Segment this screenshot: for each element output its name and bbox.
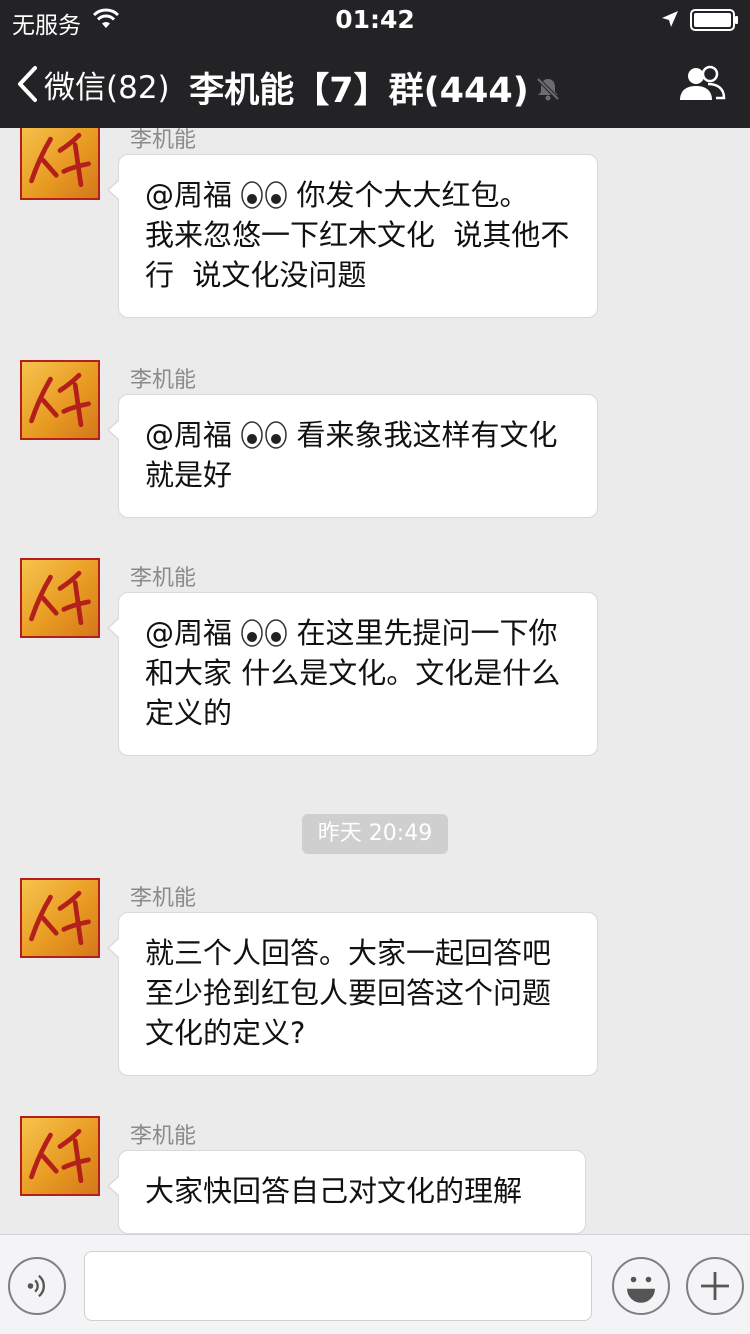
- sender-name: 李机能: [130, 368, 197, 393]
- sender-name: 李机能: [130, 886, 197, 911]
- status-time: 01:42: [335, 5, 415, 34]
- voice-wave-icon: [27, 1274, 45, 1298]
- eyes-emoji-icon: [241, 421, 287, 449]
- message-bubble[interactable]: 就三个人回答。大家一起回答吧 至少抢到红包人要回答这个问题 文化的定义?: [107, 912, 598, 1076]
- message-bubble[interactable]: 大家快回答自己对文化的理解: [107, 1150, 586, 1234]
- sender-name: 李机能: [130, 566, 197, 591]
- sender-name: 李机能: [130, 1124, 197, 1149]
- message-mention: @周福: [145, 616, 233, 650]
- message-bubble[interactable]: @周福 看来象我这样有文化就是好: [107, 394, 598, 518]
- sender-name: 李机能: [130, 128, 197, 153]
- smiley-icon: [627, 1276, 655, 1303]
- avatar[interactable]: [20, 878, 100, 958]
- message-mention: @周福: [145, 178, 233, 212]
- eyes-emoji-icon: [241, 181, 287, 209]
- message-text: 大家快回答自己对文化的理解: [145, 1174, 523, 1208]
- timestamp-badge: 昨天 20:49: [302, 814, 448, 854]
- status-bar: 无服务 01:42: [0, 0, 750, 40]
- battery-icon: [690, 9, 738, 31]
- avatar[interactable]: [20, 558, 100, 638]
- emoji-button[interactable]: [612, 1257, 670, 1315]
- bell-slash-icon: [536, 77, 560, 101]
- avatar[interactable]: [20, 360, 100, 440]
- input-bar: [0, 1234, 750, 1334]
- eyes-emoji-icon: [241, 619, 287, 647]
- message-bubble[interactable]: @周福 在这里先提问一下你和大家 什么是文化。文化是什么定义的: [107, 592, 598, 756]
- voice-button[interactable]: [8, 1257, 66, 1315]
- group-icon[interactable]: [678, 64, 726, 104]
- chat-title-wrap: 李机能【7】群(444): [0, 62, 750, 113]
- message-text: 就三个人回答。大家一起回答吧 至少抢到红包人要回答这个问题 文化的定义?: [145, 936, 570, 1050]
- plus-icon: [701, 1272, 729, 1300]
- location-arrow-icon: [662, 11, 678, 27]
- message-input[interactable]: [84, 1251, 592, 1321]
- message-bubble[interactable]: @周福 你发个大大红包。 我来忽悠一下红木文化 说其他不行 说文化没问题: [107, 154, 598, 318]
- message-mention: @周福: [145, 418, 233, 452]
- avatar[interactable]: [20, 1116, 100, 1196]
- plus-button[interactable]: [686, 1257, 744, 1315]
- chat-area[interactable]: 李机能 @周福 你发个大大红包。 我来忽悠一下红木文化 说其他不行 说文化没问题…: [0, 128, 750, 1234]
- chat-title: 李机能【7】群(444): [189, 71, 529, 111]
- nav-bar: 微信(82) 李机能【7】群(444): [0, 40, 750, 128]
- avatar[interactable]: [20, 128, 100, 200]
